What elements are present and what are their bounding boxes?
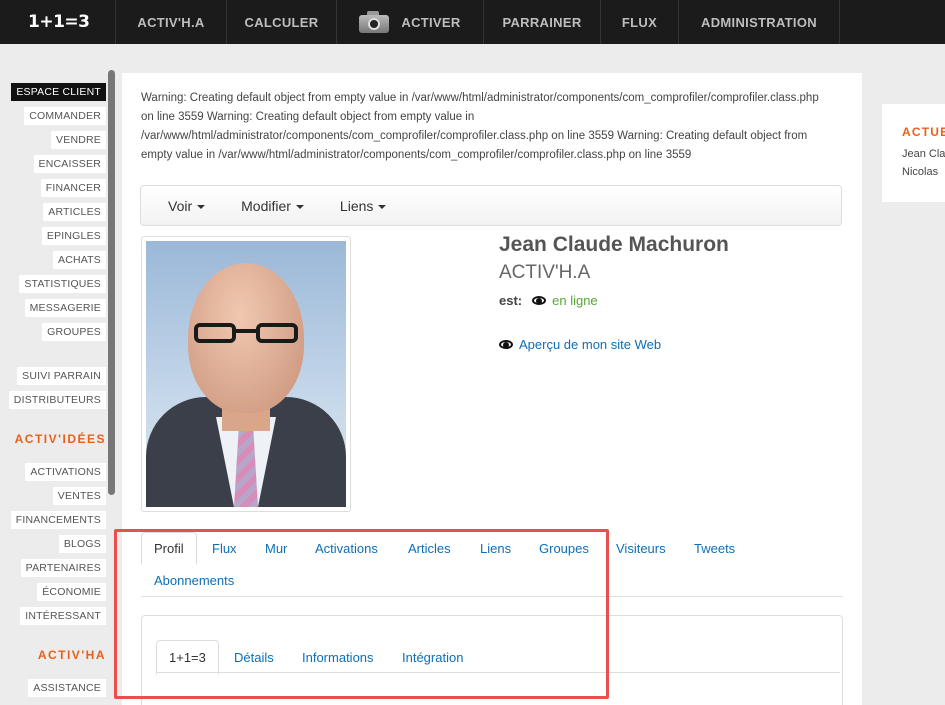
sidebar-item-financements[interactable]: FINANCEMENTS [10, 511, 106, 529]
status-value: en ligne [552, 293, 598, 308]
liens-label: Liens [339, 197, 374, 214]
sidebar-item-statistiques[interactable]: STATISTIQUES [19, 275, 106, 293]
sidebar-item-articles[interactable]: ARTICLES [43, 203, 106, 221]
nav-calculer[interactable]: CALCULER [226, 0, 336, 44]
sidebar-item-vendre[interactable]: VENDRE [51, 131, 106, 149]
caret-down-icon [378, 204, 387, 209]
annotation-highlight-box [114, 529, 609, 699]
voir-dropdown[interactable]: Voir [168, 197, 206, 214]
status-label: est: [499, 293, 523, 308]
sidebar-item-activations[interactable]: ACTIVATIONS [25, 463, 106, 481]
nav-activer[interactable]: ACTIVER [336, 0, 483, 44]
nav-activ-ha[interactable]: ACTIV'H.A [115, 0, 226, 44]
sidebar-item-epingles[interactable]: EPINGLES [41, 227, 106, 245]
sidebar-item-commander[interactable]: COMMANDER [24, 107, 106, 125]
eye-icon [532, 296, 547, 305]
sidebar-item-economie[interactable]: ÉCONOMIE [37, 583, 106, 601]
nav-activer-label: ACTIVER [401, 14, 461, 30]
right-line-2[interactable]: Nicolas [902, 166, 938, 178]
profile-avatar[interactable] [141, 236, 351, 512]
website-preview-link[interactable]: Aperçu de mon site Web [499, 337, 661, 352]
voir-label: Voir [168, 197, 193, 214]
sidebar-heading-activ-ha: ACTIV'HA [37, 648, 106, 662]
right-heading: ACTUE [902, 125, 945, 139]
profile-name: Jean Claude Machuron [499, 233, 729, 256]
sidebar-heading-activ-idees: ACTIV'IDÉES [14, 432, 106, 446]
sidebar-item-encaisser[interactable]: ENCAISSER [33, 155, 106, 173]
online-status: est: en ligne [499, 293, 598, 308]
sidebar-item-ventes[interactable]: VENTES [52, 487, 106, 505]
nav-administration[interactable]: ADMINISTRATION [678, 0, 840, 44]
modifier-dropdown[interactable]: Modifier [241, 198, 304, 214]
caret-down-icon [295, 204, 304, 209]
eye-icon [499, 340, 513, 349]
brand-logo[interactable]: 1+1=3 [0, 0, 115, 44]
sidebar-item-messagerie[interactable]: MESSAGERIE [24, 299, 106, 317]
sidebar-item-suivi-parrain[interactable]: SUIVI PARRAIN [17, 367, 106, 385]
avatar-photo [146, 241, 346, 507]
sidebar-item-interessant[interactable]: INTÉRESSANT [20, 607, 106, 625]
top-navbar: 1+1=3 ACTIV'H.A CALCULER ACTIVER PARRAIN… [0, 0, 945, 44]
right-line-1[interactable]: Jean Cla [902, 148, 945, 160]
tab-tweets[interactable]: Tweets [694, 541, 735, 556]
sidebar-item-groupes[interactable]: GROUPES [42, 323, 106, 341]
website-preview-label: Aperçu de mon site Web [519, 337, 662, 352]
liens-dropdown[interactable]: Liens [339, 197, 387, 214]
modifier-label: Modifier [241, 197, 291, 214]
sidebar-item-distributeurs[interactable]: DISTRIBUTEURS [8, 391, 106, 409]
sidebar-item-espace-client[interactable]: ESPACE CLIENT [11, 83, 106, 101]
sidebar-item-blogs[interactable]: BLOGS [58, 535, 106, 553]
profile-organization: ACTIV'H.A [499, 262, 591, 283]
profile-toolbar: Voir Modifier Liens [140, 185, 842, 226]
caret-down-icon [197, 204, 206, 209]
php-warning-text: Warning: Creating default object from em… [141, 92, 819, 161]
sidebar-scrollbar[interactable] [108, 70, 115, 495]
sidebar-item-partenaires[interactable]: PARTENAIRES [20, 559, 106, 577]
sidebar-item-assistance[interactable]: ASSISTANCE [28, 679, 106, 697]
tab-visiteurs[interactable]: Visiteurs [616, 541, 666, 556]
camera-icon [359, 11, 390, 33]
nav-parrainer[interactable]: PARRAINER [483, 0, 600, 44]
sidebar-item-financer[interactable]: FINANCER [40, 179, 106, 197]
nav-flux[interactable]: FLUX [600, 0, 678, 44]
right-panel: ACTUE Jean Cla Nicolas [882, 104, 945, 202]
sidebar-item-achats[interactable]: ACHATS [52, 251, 106, 269]
